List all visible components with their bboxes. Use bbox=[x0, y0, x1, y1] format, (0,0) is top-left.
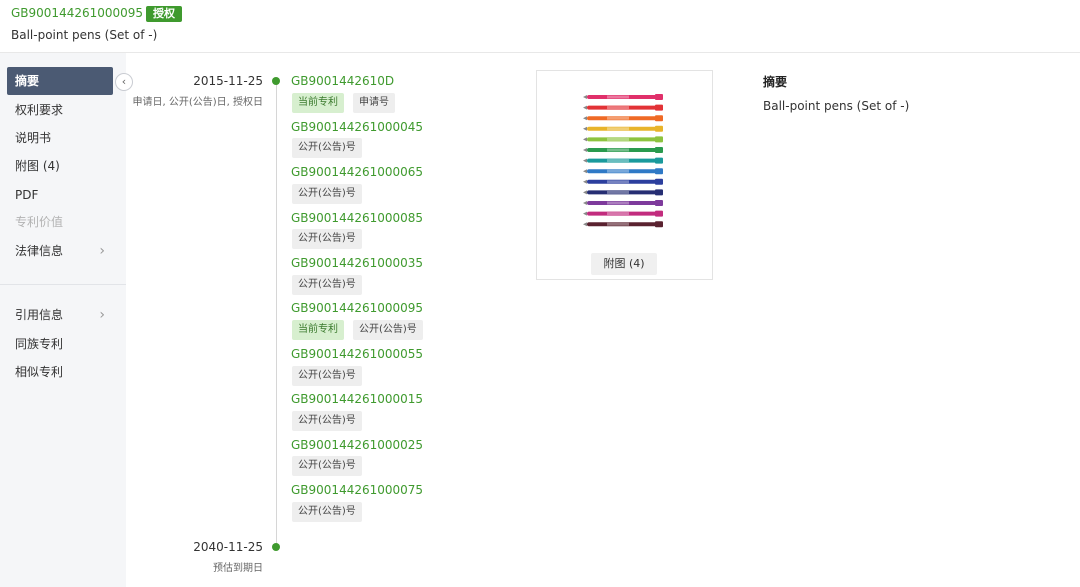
sidebar-item-description[interactable]: 说明书 bbox=[7, 124, 113, 152]
pen bbox=[583, 136, 663, 143]
pens-image bbox=[583, 94, 663, 228]
type-tag: 公开(公告)号 bbox=[292, 138, 362, 158]
pen bbox=[583, 221, 663, 228]
figure-thumbnail[interactable] bbox=[536, 70, 713, 280]
sidebar-item-label: 引用信息 bbox=[15, 308, 64, 322]
timeline-dot bbox=[272, 77, 280, 85]
patent-title: Ball-point pens (Set of -) bbox=[11, 28, 158, 42]
sidebar: 摘要 权利要求 说明书 附图 (4) PDF 专利价值 法律信息 › 引用信息 … bbox=[0, 53, 126, 587]
type-tag: 公开(公告)号 bbox=[292, 229, 362, 249]
sidebar-item-abstract[interactable]: 摘要 bbox=[7, 67, 113, 95]
start-date: 2015-11-25 bbox=[193, 74, 263, 88]
publication-number[interactable]: GB900144261000095 bbox=[291, 301, 423, 315]
pen bbox=[583, 168, 663, 175]
type-tag: 公开(公告)号 bbox=[292, 366, 362, 386]
sidebar-item-legal-info[interactable]: 法律信息 › bbox=[7, 237, 113, 265]
publication-number[interactable]: GB900144261000055 bbox=[291, 347, 423, 361]
sidebar-item-label: 法律信息 bbox=[15, 244, 64, 258]
pen bbox=[583, 115, 663, 122]
sidebar-item-family[interactable]: 同族专利 bbox=[7, 330, 113, 358]
abstract-text: Ball-point pens (Set of -) bbox=[763, 99, 910, 113]
sidebar-divider bbox=[0, 284, 126, 285]
end-date-desc: 预估到期日 bbox=[213, 563, 263, 574]
pen bbox=[583, 178, 663, 185]
chevron-left-icon[interactable]: ‹ bbox=[115, 73, 133, 91]
sidebar-item-citations[interactable]: 引用信息 › bbox=[7, 301, 113, 329]
timeline-line bbox=[276, 81, 277, 547]
pen bbox=[583, 200, 663, 206]
publication-number[interactable]: GB900144261000075 bbox=[291, 483, 423, 497]
pen bbox=[583, 157, 663, 164]
type-tag: 公开(公告)号 bbox=[292, 275, 362, 295]
publication-number[interactable]: GB900144261000045 bbox=[291, 120, 423, 134]
pen bbox=[583, 189, 663, 196]
type-tag: 公开(公告)号 bbox=[292, 184, 362, 204]
current-patent-tag: 当前专利 bbox=[292, 320, 344, 340]
sidebar-item-similar[interactable]: 相似专利 bbox=[7, 358, 113, 386]
timeline-dot bbox=[272, 543, 280, 551]
patent-number: GB900144261000095 bbox=[11, 6, 144, 20]
figure-count-label[interactable]: 附图 (4) bbox=[591, 253, 657, 275]
page-header: GB900144261000095 授权 Ball-point pens (Se… bbox=[0, 0, 1080, 53]
type-tag: 公开(公告)号 bbox=[292, 502, 362, 522]
pen bbox=[583, 147, 663, 153]
end-date: 2040-11-25 bbox=[193, 540, 263, 554]
status-badge: 授权 bbox=[146, 6, 182, 22]
pen bbox=[583, 94, 663, 100]
sidebar-item-claims[interactable]: 权利要求 bbox=[7, 96, 113, 124]
pen bbox=[583, 104, 663, 111]
publication-number[interactable]: GB900144261000035 bbox=[291, 256, 423, 270]
chevron-right-icon: › bbox=[99, 307, 105, 323]
publication-number[interactable]: GB9001442610D bbox=[291, 74, 394, 88]
current-patent-tag: 当前专利 bbox=[292, 93, 344, 113]
publication-number[interactable]: GB900144261000065 bbox=[291, 165, 423, 179]
pen bbox=[583, 125, 663, 132]
sidebar-item-pdf[interactable]: PDF bbox=[7, 181, 113, 209]
chevron-right-icon: › bbox=[99, 243, 105, 259]
publication-number[interactable]: GB900144261000015 bbox=[291, 392, 423, 406]
sidebar-item-patent-value: 专利价值 bbox=[15, 215, 64, 229]
type-tag: 公开(公告)号 bbox=[292, 456, 362, 476]
type-tag: 申请号 bbox=[353, 93, 395, 113]
start-date-desc: 申请日, 公开(公告)日, 授权日 bbox=[132, 97, 263, 108]
sidebar-item-figures[interactable]: 附图 (4) bbox=[7, 152, 113, 180]
type-tag: 公开(公告)号 bbox=[353, 320, 423, 340]
pen bbox=[583, 210, 663, 217]
abstract-heading: 摘要 bbox=[763, 75, 788, 89]
publication-number[interactable]: GB900144261000085 bbox=[291, 211, 423, 225]
publication-number[interactable]: GB900144261000025 bbox=[291, 438, 423, 452]
type-tag: 公开(公告)号 bbox=[292, 411, 362, 431]
